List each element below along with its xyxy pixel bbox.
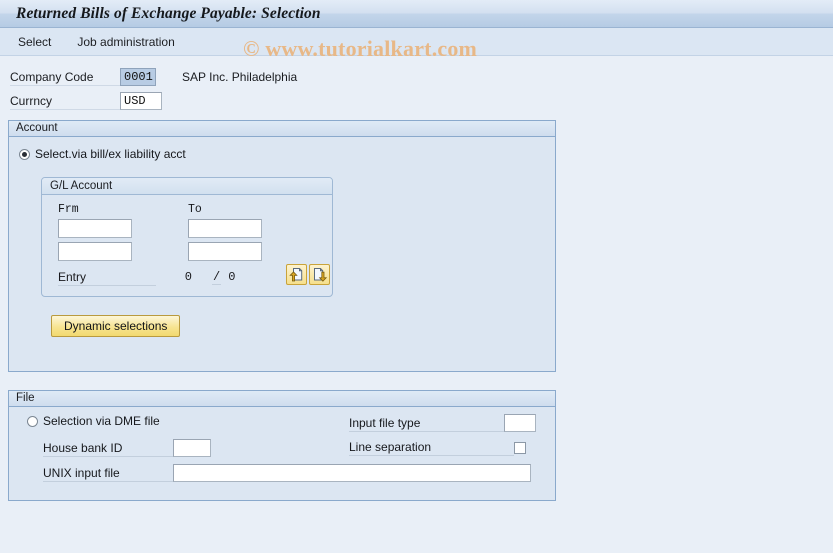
company-code-row: Company Code 0001 SAP Inc. Philadelphia [10,66,833,88]
select-via-bill-ex-liability-acct-label: Select.via bill/ex liability acct [35,147,186,161]
radio-selected-icon[interactable] [19,148,30,160]
header-fields: Company Code 0001 SAP Inc. Philadelphia … [0,56,833,112]
gl-account-from-input-1[interactable] [58,219,132,238]
house-bank-id-input[interactable] [173,439,211,457]
menu-item-job-administration[interactable]: Job administration [77,35,174,49]
multiple-selection-down-icon[interactable] [309,264,330,285]
row-gap [132,242,188,261]
gl-account-group-body: Frm To Entry 0 / 0 [42,195,332,296]
select-via-bill-ex-liability-acct-radio-row[interactable]: Select.via bill/ex liability acct [19,145,545,163]
input-file-type-input[interactable] [504,414,536,432]
menu-item-select[interactable]: Select [18,35,51,49]
entry-total: 0 [228,270,236,284]
line-separation-row: Line separation [349,439,526,456]
entry-label: Entry [58,269,156,286]
gl-account-from-input-2[interactable] [58,242,132,261]
multiple-selection-buttons [284,264,330,285]
gl-account-column-headers: Frm To [58,203,322,216]
file-fields-grid: Selection via DME file Input file type H… [19,414,545,492]
column-header-from: Frm [58,203,79,216]
gl-account-to-input-2[interactable] [188,242,262,261]
selection-via-dme-file-label: Selection via DME file [43,414,160,428]
input-file-type-row: Input file type [349,414,536,432]
house-bank-id-row: House bank ID [43,439,211,457]
house-bank-id-label: House bank ID [43,440,173,457]
page-title: Returned Bills of Exchange Payable: Sele… [16,4,321,22]
file-panel-body: Selection via DME file Input file type H… [9,407,555,500]
unix-input-file-input[interactable] [173,464,531,482]
currency-row: Currncy USD [10,90,833,112]
multiple-selection-up-icon[interactable] [286,264,307,285]
currency-label: Currncy [10,92,120,110]
entry-count: 0 [184,270,192,284]
line-separation-checkbox[interactable] [514,441,526,454]
gl-account-row-1 [58,219,322,238]
row-gap [132,219,188,238]
gl-account-group: G/L Account Frm To Entry 0 / 0 [41,177,333,297]
company-code-description: SAP Inc. Philadelphia [182,70,298,84]
account-panel-body: Select.via bill/ex liability acct G/L Ac… [9,137,555,371]
selection-via-dme-file-radio-row[interactable]: Selection via DME file [27,414,160,428]
column-header-to: To [188,203,202,216]
company-code-input[interactable]: 0001 [120,68,156,86]
gl-account-row-2 [58,242,322,261]
unix-input-file-row: UNIX input file [43,464,531,482]
file-panel: File Selection via DME file Input file t… [8,390,556,501]
panel-spacer [19,337,545,361]
radio-unselected-icon[interactable] [27,415,38,427]
gl-account-entry-row: Entry 0 / 0 [58,264,330,288]
company-code-label: Company Code [10,68,120,86]
unix-input-file-label: UNIX input file [43,465,173,482]
menu-bar: Select Job administration [0,28,833,56]
account-panel: Account Select.via bill/ex liability acc… [8,120,556,372]
currency-input[interactable]: USD [120,92,162,110]
gl-account-to-input-1[interactable] [188,219,262,238]
input-file-type-label: Input file type [349,415,504,432]
entry-separator: / [212,269,222,285]
gl-account-group-title: G/L Account [42,178,332,195]
file-panel-title: File [9,391,555,407]
dynamic-selections-button[interactable]: Dynamic selections [51,315,181,337]
account-panel-title: Account [9,121,555,137]
line-separation-label: Line separation [349,439,514,456]
window-title-bar: Returned Bills of Exchange Payable: Sele… [0,0,833,28]
